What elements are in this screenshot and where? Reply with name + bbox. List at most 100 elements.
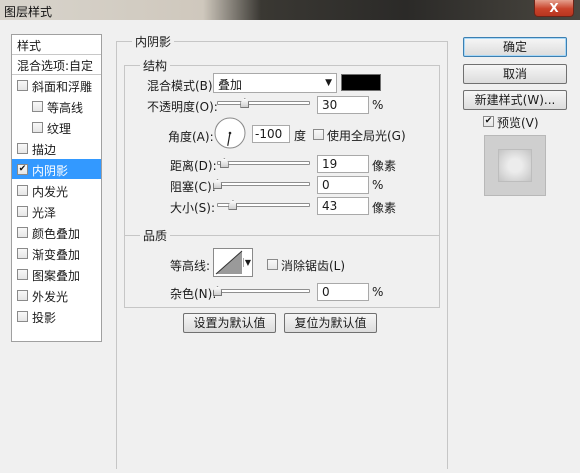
noise-unit: % [372, 285, 384, 299]
preview-label: 预览(V) [497, 116, 539, 130]
style-item-checkbox[interactable] [17, 248, 28, 259]
style-item-label: 内阴影 [32, 164, 69, 178]
shadow-color-swatch[interactable] [341, 74, 381, 91]
contour-label: 等高线: [170, 259, 211, 273]
size-slider-track[interactable] [217, 200, 310, 210]
size-unit: 像素 [372, 201, 397, 215]
style-item[interactable]: 图案叠加 [12, 264, 101, 284]
blend-options-item[interactable]: 混合选项:自定 [12, 55, 101, 75]
chevron-down-icon: ▼ [242, 258, 251, 267]
style-item-label: 等高线 [47, 101, 84, 115]
angle-unit: 度 [294, 129, 307, 143]
layer-style-dialog: 图层样式 X 样式 混合选项:自定 斜面和浮雕等高线纹理描边 ✔ 内阴影内发光光泽颜… [0, 0, 580, 473]
style-item[interactable]: 等高线 [12, 96, 101, 116]
distance-label: 距离(D): [170, 159, 217, 173]
style-item[interactable]: 投影 [12, 306, 101, 326]
style-item[interactable]: 光泽 [12, 201, 101, 221]
style-list: 样式 混合选项:自定 斜面和浮雕等高线纹理描边 ✔ 内阴影内发光光泽颜色叠加渐变叠加… [11, 34, 102, 342]
style-list-header[interactable]: 样式 [12, 35, 101, 55]
angle-input[interactable]: -100 [252, 125, 290, 143]
style-item-label: 内发光 [32, 185, 69, 199]
style-item-label: 光泽 [32, 206, 57, 220]
size-value: 43 [322, 199, 338, 213]
style-item-label: 颜色叠加 [32, 227, 81, 241]
choke-input[interactable]: 0 [317, 176, 369, 194]
angle-dial[interactable] [213, 116, 247, 150]
distance-unit: 像素 [372, 159, 397, 173]
preview-swatch [498, 149, 532, 182]
opacity-value: 30 [322, 98, 338, 112]
opacity-label: 不透明度(O): [147, 100, 218, 114]
style-item-label: 纹理 [47, 122, 72, 136]
choke-label: 阻塞(C): [170, 180, 216, 194]
dialog-body: 样式 混合选项:自定 斜面和浮雕等高线纹理描边 ✔ 内阴影内发光光泽颜色叠加渐变叠加… [4, 20, 576, 469]
style-item-checkbox[interactable] [17, 290, 28, 301]
angle-label: 角度(A): [168, 130, 214, 144]
antialias-checkbox[interactable] [267, 259, 278, 270]
inner-shadow-title: 内阴影 [132, 33, 175, 50]
opacity-input[interactable]: 30 [317, 96, 369, 114]
style-item[interactable]: 内发光 [12, 180, 101, 200]
opacity-slider-track[interactable] [217, 98, 310, 108]
blend-mode-select[interactable]: 叠加 ▼ [213, 73, 337, 93]
style-item[interactable]: 斜面和浮雕 [12, 75, 101, 95]
choke-value: 0 [322, 178, 330, 192]
style-item-label: 描边 [32, 143, 57, 157]
style-item-label: 渐变叠加 [32, 248, 81, 262]
check-icon: ✔ [484, 116, 493, 126]
size-label: 大小(S): [170, 201, 216, 215]
style-item[interactable]: 渐变叠加 [12, 243, 101, 263]
ok-button[interactable]: 确定 [463, 37, 567, 57]
style-item[interactable]: ✔ 内阴影 [12, 159, 101, 179]
choke-unit: % [372, 178, 384, 192]
cancel-button[interactable]: 取消 [463, 64, 567, 84]
global-light-label: 使用全局光(G) [327, 129, 406, 143]
style-item[interactable]: 纹理 [12, 117, 101, 137]
style-item-checkbox[interactable] [32, 122, 43, 133]
blend-mode-label: 混合模式(B): [147, 79, 217, 93]
style-item-checkbox[interactable] [17, 143, 28, 154]
style-list-header-label: 样式 [17, 39, 42, 53]
distance-input[interactable]: 19 [317, 155, 369, 173]
structure-title: 结构 [140, 57, 171, 74]
distance-slider-track[interactable] [217, 158, 310, 168]
noise-slider-track[interactable] [213, 286, 310, 296]
preview-checkbox[interactable]: ✔ [483, 116, 494, 127]
noise-input[interactable]: 0 [317, 283, 369, 301]
style-item-checkbox[interactable] [32, 101, 43, 112]
noise-label: 杂色(N): [170, 287, 217, 301]
close-button[interactable]: X [534, 0, 574, 17]
style-item[interactable]: 颜色叠加 [12, 222, 101, 242]
style-preview-thumbnail [484, 135, 546, 196]
reset-default-button[interactable]: 复位为默认值 [284, 313, 377, 333]
style-item-checkbox[interactable] [17, 206, 28, 217]
style-item-checkbox[interactable] [17, 185, 28, 196]
global-light-checkbox[interactable] [313, 129, 324, 140]
style-item-label: 投影 [32, 311, 57, 325]
chevron-down-icon: ▼ [325, 78, 332, 88]
angle-value: -100 [255, 127, 283, 141]
contour-picker[interactable]: ▼ [213, 248, 253, 277]
style-item-label: 图案叠加 [32, 269, 81, 283]
title-bar: 图层样式 X [0, 0, 580, 20]
style-item-checkbox[interactable] [17, 80, 28, 91]
window-title: 图层样式 [4, 5, 53, 19]
style-item-label: 斜面和浮雕 [32, 80, 93, 94]
style-item-checkbox[interactable] [17, 269, 28, 280]
quality-title: 品质 [140, 227, 171, 244]
style-item[interactable]: 外发光 [12, 285, 101, 305]
style-item-checkbox[interactable]: ✔ [17, 164, 28, 175]
style-item-checkbox[interactable] [17, 227, 28, 238]
set-default-button[interactable]: 设置为默认值 [183, 313, 276, 333]
opacity-unit: % [372, 98, 384, 112]
style-item[interactable]: 描边 [12, 138, 101, 158]
blend-options-label: 混合选项:自定 [17, 59, 94, 73]
size-input[interactable]: 43 [317, 197, 369, 215]
choke-slider-track[interactable] [213, 179, 310, 189]
style-item-checkbox[interactable] [17, 311, 28, 322]
new-style-button[interactable]: 新建样式(W)... [463, 90, 567, 110]
style-item-label: 外发光 [32, 290, 69, 304]
blend-mode-value: 叠加 [218, 78, 243, 92]
distance-value: 19 [322, 157, 338, 171]
noise-value: 0 [322, 285, 330, 299]
